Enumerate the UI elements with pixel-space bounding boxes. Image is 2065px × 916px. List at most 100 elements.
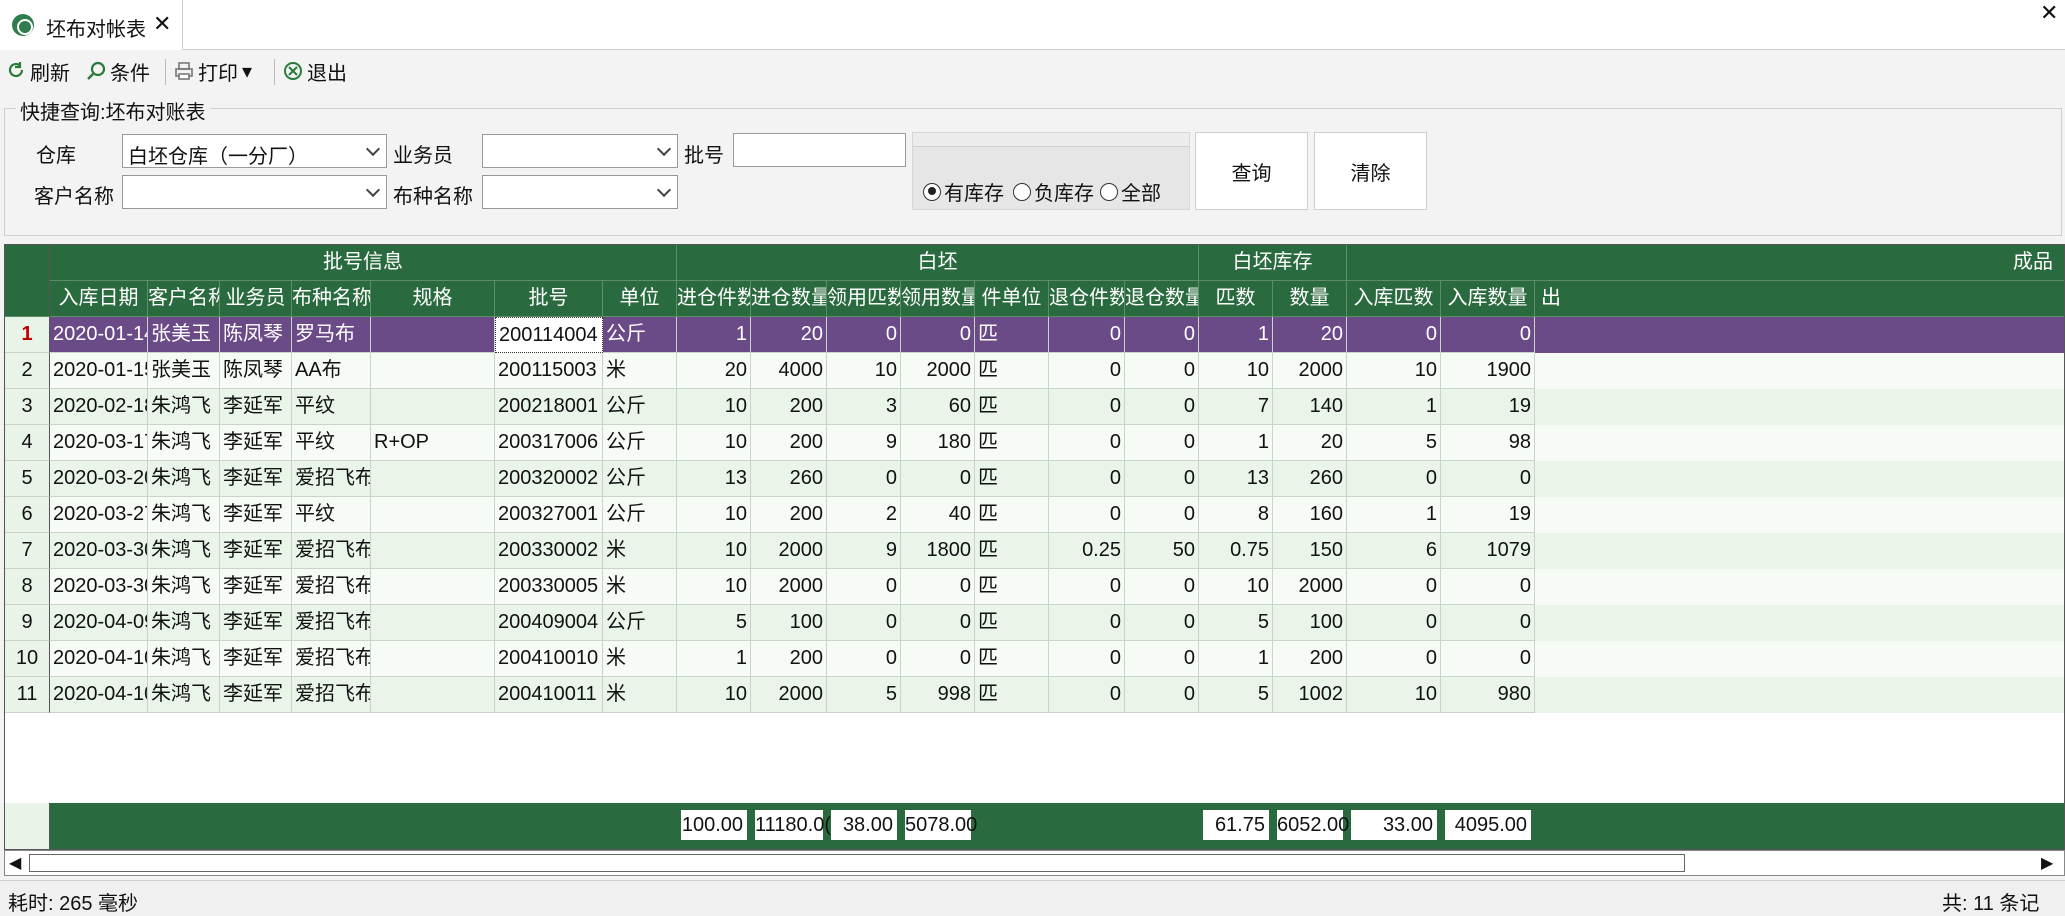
table-cell[interactable]: 0 <box>1049 641 1125 677</box>
table-cell[interactable]: 2000 <box>901 353 975 389</box>
table-cell[interactable]: 公斤 <box>603 497 677 533</box>
table-cell[interactable]: 2020-04-09 <box>50 605 148 641</box>
table-cell[interactable]: 140 <box>1273 389 1347 425</box>
table-cell[interactable]: 0 <box>1049 389 1125 425</box>
salesman-select[interactable] <box>482 134 678 168</box>
table-cell[interactable]: 0 <box>1125 317 1199 353</box>
table-cell[interactable]: 匹 <box>975 533 1049 569</box>
table-cell[interactable]: 0 <box>1347 605 1441 641</box>
table-cell[interactable]: 2020-03-17 <box>50 425 148 461</box>
table-cell[interactable]: 2000 <box>751 533 827 569</box>
warehouse-select[interactable]: 白坯仓库（一分厂） <box>122 134 387 168</box>
table-cell[interactable]: 0 <box>1347 569 1441 605</box>
table-cell[interactable]: AA布 <box>292 353 371 389</box>
table-cell[interactable]: 50 <box>1125 533 1199 569</box>
customer-select[interactable] <box>122 175 387 209</box>
table-cell[interactable]: 20 <box>751 317 827 353</box>
table-cell[interactable]: 19 <box>1441 497 1535 533</box>
table-cell[interactable]: 200330005 <box>495 569 603 605</box>
table-cell[interactable]: 5 <box>1347 425 1441 461</box>
table-cell[interactable]: 10 <box>1347 677 1441 713</box>
table-cell[interactable]: 0 <box>1125 389 1199 425</box>
table-cell[interactable]: 200 <box>1273 641 1347 677</box>
table-cell[interactable]: 1 <box>1199 317 1273 353</box>
column-header[interactable]: 业务员 <box>220 281 292 317</box>
table-cell[interactable]: 260 <box>1273 461 1347 497</box>
table-cell[interactable]: 1 <box>677 641 751 677</box>
table-cell[interactable]: 0 <box>1125 569 1199 605</box>
table-cell[interactable]: 0 <box>1049 317 1125 353</box>
table-cell[interactable]: 2000 <box>751 569 827 605</box>
table-cell[interactable]: 张美玉 <box>148 317 220 353</box>
table-cell[interactable]: 10 <box>677 389 751 425</box>
table-cell[interactable]: 爱招飞布 <box>292 461 371 497</box>
table-cell[interactable]: 2020-04-10 <box>50 641 148 677</box>
table-cell[interactable]: 0 <box>1125 641 1199 677</box>
data-grid[interactable]: 批号信息 白坯 白坯库存 成品 入库日期 客户名称 业务员 布种名称 规格 批号 单位 进仓件数 进仓数… <box>4 244 2065 850</box>
table-cell[interactable] <box>371 389 495 425</box>
batch-input[interactable] <box>733 133 906 167</box>
table-cell[interactable]: 0 <box>1125 605 1199 641</box>
table-cell[interactable]: 40 <box>901 497 975 533</box>
table-cell[interactable]: 200 <box>751 641 827 677</box>
table-cell[interactable]: 朱鸿飞 <box>148 569 220 605</box>
table-cell[interactable]: 0 <box>901 461 975 497</box>
table-cell[interactable]: 160 <box>1273 497 1347 533</box>
table-cell[interactable]: 10 <box>827 353 901 389</box>
table-cell[interactable]: R+OP <box>371 425 495 461</box>
table-cell[interactable]: 陈凤琴 <box>220 353 292 389</box>
column-header[interactable]: 领用数量 <box>901 281 975 317</box>
table-cell[interactable]: 10 <box>1347 353 1441 389</box>
table-cell[interactable]: 20 <box>1273 425 1347 461</box>
table-cell[interactable]: 李延军 <box>220 677 292 713</box>
table-cell[interactable]: 3 <box>827 389 901 425</box>
table-cell[interactable]: 5 <box>1199 605 1273 641</box>
radio-negative-stock[interactable]: 负库存 <box>1013 177 1094 206</box>
table-cell[interactable]: 米 <box>603 533 677 569</box>
print-button[interactable]: 打印 ▾ <box>174 57 252 85</box>
table-cell[interactable]: 13 <box>1199 461 1273 497</box>
table-cell[interactable]: 平纹 <box>292 497 371 533</box>
column-header[interactable]: 数量 <box>1273 281 1347 317</box>
table-cell[interactable] <box>371 569 495 605</box>
table-cell[interactable]: 匹 <box>975 641 1049 677</box>
table-cell[interactable]: 0 <box>1441 569 1535 605</box>
table-cell[interactable]: 爱招飞布 <box>292 533 371 569</box>
table-cell[interactable]: 2020-02-18 <box>50 389 148 425</box>
scroll-right-icon[interactable]: ▶ <box>2041 853 2053 873</box>
table-cell[interactable]: 0 <box>1125 497 1199 533</box>
table-cell[interactable]: 13 <box>677 461 751 497</box>
table-cell[interactable]: 米 <box>603 569 677 605</box>
table-cell[interactable]: 李延军 <box>220 569 292 605</box>
table-cell[interactable]: 爱招飞布 <box>292 605 371 641</box>
table-cell[interactable]: 150 <box>1273 533 1347 569</box>
table-cell[interactable] <box>371 353 495 389</box>
column-header[interactable]: 退仓数量 <box>1125 281 1199 317</box>
exit-button[interactable]: 退出 <box>283 57 347 85</box>
table-cell[interactable]: 10 <box>1199 569 1273 605</box>
table-cell[interactable]: 公斤 <box>603 389 677 425</box>
table-cell[interactable]: 4000 <box>751 353 827 389</box>
table-cell[interactable]: 0 <box>1347 461 1441 497</box>
table-cell[interactable]: 998 <box>901 677 975 713</box>
table-cell[interactable]: 2020-01-15 <box>50 353 148 389</box>
radio-all[interactable]: 全部 <box>1100 177 1161 206</box>
table-cell[interactable]: 10 <box>677 533 751 569</box>
table-cell[interactable]: 0 <box>1125 425 1199 461</box>
table-cell[interactable]: 20 <box>1273 317 1347 353</box>
table-cell[interactable]: 公斤 <box>603 605 677 641</box>
table-cell[interactable]: 匹 <box>975 497 1049 533</box>
table-cell[interactable]: 匹 <box>975 317 1049 353</box>
table-cell[interactable]: 5 <box>677 605 751 641</box>
table-cell[interactable]: 2000 <box>1273 569 1347 605</box>
tab-reconciliation[interactable]: 坯布对帐表 ✕ <box>0 0 183 50</box>
table-cell[interactable]: 匹 <box>975 461 1049 497</box>
column-header[interactable]: 进仓件数 <box>677 281 751 317</box>
table-cell[interactable]: 200115003 <box>495 353 603 389</box>
table-cell[interactable]: 1002 <box>1273 677 1347 713</box>
table-cell[interactable]: 0 <box>1049 677 1125 713</box>
column-header[interactable]: 入库匹数 <box>1347 281 1441 317</box>
column-header[interactable]: 出 <box>1535 281 2064 317</box>
table-cell[interactable]: 0 <box>1049 461 1125 497</box>
table-cell[interactable]: 8 <box>1199 497 1273 533</box>
